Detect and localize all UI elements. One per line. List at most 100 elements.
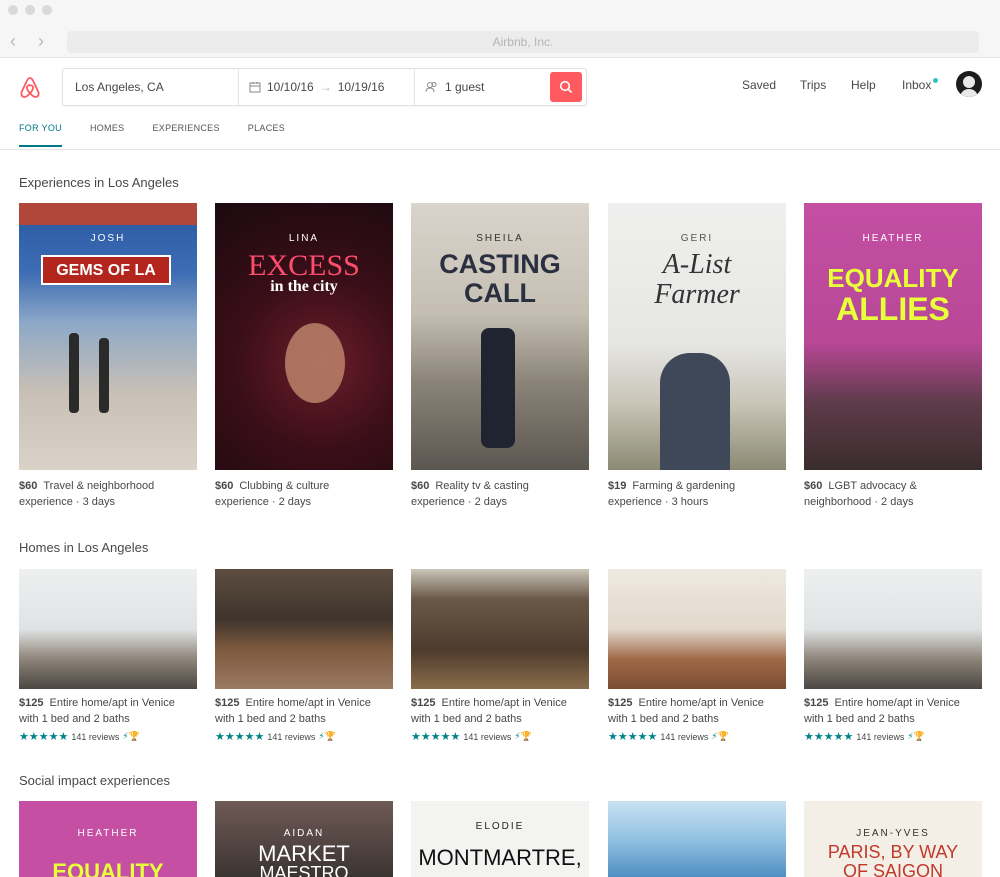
experience-photo: GERI A-List Farmer xyxy=(608,203,786,470)
social-impact-card[interactable] xyxy=(608,801,786,877)
experience-meta: experience · 3 hours xyxy=(608,496,709,508)
experience-photo: JOSH GEMS OF LA xyxy=(19,203,197,470)
home-photo xyxy=(215,569,393,689)
host-name: JOSH xyxy=(90,233,126,244)
rating-stars: ★★★★★ 141 reviews ⚡🏆 xyxy=(608,731,729,743)
window-controls xyxy=(8,5,52,15)
host-name: JEAN-YVES xyxy=(856,828,930,839)
experience-headline: MARKET xyxy=(258,841,350,866)
home-photo xyxy=(19,569,197,689)
date-range-field[interactable]: 10/10/16 → 10/19/16 xyxy=(239,69,415,105)
rating-stars: ★★★★★ 141 reviews ⚡🏆 xyxy=(19,731,140,743)
browser-chrome: ‹ › Airbnb, Inc. xyxy=(0,0,1000,58)
home-price: $125 xyxy=(19,697,44,709)
experience-title: Reality tv & casting xyxy=(435,480,529,492)
experience-title: Clubbing & culture xyxy=(239,480,330,492)
host-name: GERI xyxy=(680,233,714,244)
back-icon[interactable]: ‹ xyxy=(10,32,16,50)
experience-card[interactable]: SHEILA CASTING CALL $60 Reality tv & cast… xyxy=(411,203,589,510)
social-impact-card[interactable]: ELODIE MONTMARTRE, xyxy=(411,801,589,877)
home-title: Entire home/apt in Venice xyxy=(245,697,371,709)
superhost-badge-icon: ⚡🏆 xyxy=(514,731,532,741)
nav-help[interactable]: Help xyxy=(851,78,876,92)
check-out-date[interactable]: 10/19/16 xyxy=(338,80,385,94)
address-bar[interactable]: Airbnb, Inc. xyxy=(67,31,979,53)
experience-subheadline: ALLIES xyxy=(836,291,950,327)
experience-price: $60 xyxy=(804,480,823,492)
experience-meta: experience · 2 days xyxy=(215,496,311,508)
host-name: ELODIE xyxy=(475,821,525,832)
tab-places[interactable]: PLACES xyxy=(248,123,285,147)
host-name: AIDAN xyxy=(283,828,325,839)
guests-field[interactable]: 1 guest xyxy=(415,69,550,105)
home-meta: with 1 bed and 2 baths xyxy=(215,713,326,725)
airbnb-logo-icon[interactable] xyxy=(16,74,44,102)
nav-trips[interactable]: Trips xyxy=(800,78,826,92)
experience-card[interactable]: JOSH GEMS OF LA $60 Travel & neighborhood… xyxy=(19,203,197,510)
experience-headline: CASTING xyxy=(439,249,561,279)
location-input[interactable]: Los Angeles, CA xyxy=(63,69,239,105)
host-name: HEATHER xyxy=(77,828,139,839)
close-window-button[interactable] xyxy=(8,5,18,15)
tab-for-you[interactable]: FOR YOU xyxy=(19,123,62,147)
home-title: Entire home/apt in Venice xyxy=(441,697,567,709)
tab-experiences[interactable]: EXPERIENCES xyxy=(152,123,219,147)
nav-inbox[interactable]: Inbox xyxy=(902,78,931,92)
experience-subheadline: MAESTRO xyxy=(259,863,349,877)
superhost-badge-icon: ⚡🏆 xyxy=(711,731,729,741)
home-price: $125 xyxy=(411,697,436,709)
experience-card[interactable]: GERI A-List Farmer $19 Farming & gardenin… xyxy=(608,203,786,510)
rating-stars: ★★★★★ 141 reviews ⚡🏆 xyxy=(215,731,336,743)
guests-icon xyxy=(425,82,437,93)
home-price: $125 xyxy=(804,697,829,709)
experience-card[interactable]: HEATHER EQUALITY ALLIES $60 LGBT advocacy… xyxy=(804,203,982,510)
home-card[interactable]: $125 Entire home/apt in Venice with 1 bed … xyxy=(804,569,982,743)
home-meta: with 1 bed and 2 baths xyxy=(608,713,719,725)
home-price: $125 xyxy=(608,697,633,709)
experience-photo: LINA EXCESS in the city xyxy=(215,203,393,470)
home-title: Entire home/apt in Venice xyxy=(49,697,175,709)
experience-photo: ELODIE MONTMARTRE, xyxy=(411,801,589,877)
check-in-date[interactable]: 10/10/16 xyxy=(267,80,314,94)
home-photo xyxy=(608,569,786,689)
social-impact-card[interactable]: JEAN-YVES PARIS, BY WAY OF SAIGON xyxy=(804,801,982,877)
home-card[interactable]: $125 Entire home/apt in Venice with 1 bed … xyxy=(608,569,786,743)
experience-headline: GEMS OF LA xyxy=(41,255,171,285)
social-impact-card[interactable]: HEATHER EQUALITY xyxy=(19,801,197,877)
experience-photo: JEAN-YVES PARIS, BY WAY OF SAIGON xyxy=(804,801,982,877)
home-title: Entire home/apt in Venice xyxy=(638,697,764,709)
home-card[interactable]: $125 Entire home/apt in Venice with 1 bed … xyxy=(215,569,393,743)
experience-card[interactable]: LINA EXCESS in the city $60 Clubbing & cu… xyxy=(215,203,393,510)
search-button[interactable] xyxy=(550,72,582,102)
category-tabs: FOR YOU HOMES EXPERIENCES PLACES xyxy=(19,123,313,147)
experience-subheadline: Farmer xyxy=(654,279,740,310)
home-card[interactable]: $125 Entire home/apt in Venice with 1 bed … xyxy=(411,569,589,743)
review-count: 141 reviews xyxy=(71,731,120,742)
experience-photo: AIDAN MARKET MAESTRO xyxy=(215,801,393,877)
experience-meta: experience · 3 days xyxy=(19,496,115,508)
forward-icon[interactable]: › xyxy=(38,32,44,50)
social-impact-card[interactable]: AIDAN MARKET MAESTRO xyxy=(215,801,393,877)
search-icon xyxy=(559,80,573,94)
home-price: $125 xyxy=(215,697,240,709)
experience-photo: SHEILA CASTING CALL xyxy=(411,203,589,470)
experience-price: $60 xyxy=(215,480,234,492)
minimize-window-button[interactable] xyxy=(25,5,35,15)
review-count: 141 reviews xyxy=(267,731,316,742)
superhost-badge-icon: ⚡🏆 xyxy=(122,731,140,741)
home-title: Entire home/apt in Venice xyxy=(834,697,960,709)
search-bar: Los Angeles, CA 10/10/16 → 10/19/16 1 gu… xyxy=(62,68,587,106)
zoom-window-button[interactable] xyxy=(42,5,52,15)
host-name: SHEILA xyxy=(476,233,524,244)
experience-headline: EQUALITY xyxy=(827,263,959,293)
experience-subheadline: CALL xyxy=(464,278,536,308)
nav-saved[interactable]: Saved xyxy=(742,78,776,92)
section-title-homes: Homes in Los Angeles xyxy=(19,540,149,555)
user-avatar[interactable] xyxy=(956,71,982,97)
home-card[interactable]: $125 Entire home/apt in Venice with 1 bed … xyxy=(19,569,197,743)
experience-meta: neighborhood · 2 days xyxy=(804,496,914,508)
experience-subheadline: in the city xyxy=(270,278,338,295)
tab-homes[interactable]: HOMES xyxy=(90,123,125,147)
guests-count: 1 guest xyxy=(445,80,485,94)
host-name: LINA xyxy=(288,233,320,244)
